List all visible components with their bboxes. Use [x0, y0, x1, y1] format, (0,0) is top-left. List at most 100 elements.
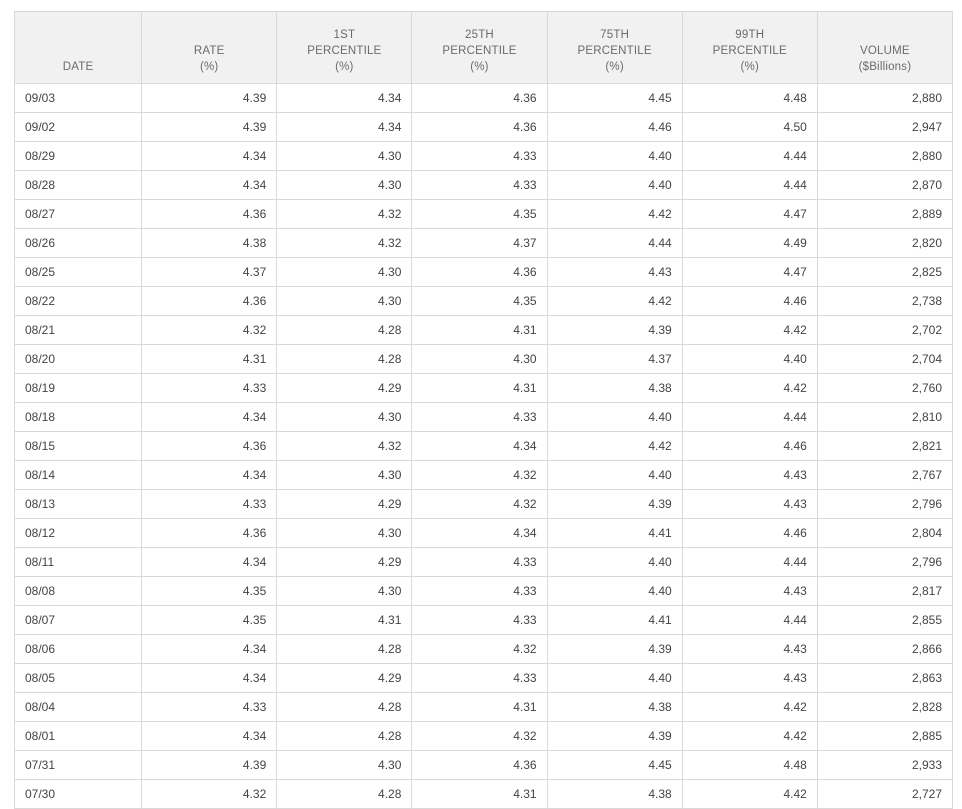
header-line: (%) — [740, 61, 759, 73]
cell-25th-percentile: 4.34 — [411, 431, 548, 461]
cell-volume: 2,702 — [816, 315, 954, 345]
table-row: 08/25 4.37 4.30 4.36 4.43 4.47 2,825 — [13, 257, 954, 287]
table-row: 08/27 4.36 4.32 4.35 4.42 4.47 2,889 — [13, 199, 954, 229]
header-line: 99TH — [735, 29, 765, 41]
table-row: 08/12 4.36 4.30 4.34 4.41 4.46 2,804 — [13, 518, 954, 548]
cell-volume: 2,828 — [816, 692, 954, 722]
cell-date: 08/05 — [13, 663, 143, 693]
cell-rate: 4.34 — [141, 663, 278, 693]
table-row: 08/07 4.35 4.31 4.33 4.41 4.44 2,855 — [13, 605, 954, 635]
cell-1st-percentile: 4.28 — [276, 779, 413, 809]
cell-99th-percentile: 4.46 — [681, 431, 818, 461]
cell-date: 08/22 — [13, 286, 143, 316]
cell-volume: 2,880 — [816, 141, 954, 171]
cell-99th-percentile: 4.43 — [681, 576, 818, 606]
cell-volume: 2,767 — [816, 460, 954, 490]
table-row: 08/01 4.34 4.28 4.32 4.39 4.42 2,885 — [13, 721, 954, 751]
cell-rate: 4.32 — [141, 315, 278, 345]
header-line: ($Billions) — [858, 61, 912, 73]
header-row: DATE RATE (%) 1ST PERCENTILE (%) 25TH PE… — [13, 11, 954, 84]
table-row: 08/21 4.32 4.28 4.31 4.39 4.42 2,702 — [13, 315, 954, 345]
cell-volume: 2,825 — [816, 257, 954, 287]
cell-rate: 4.36 — [141, 518, 278, 548]
table-row: 08/05 4.34 4.29 4.33 4.40 4.43 2,863 — [13, 663, 954, 693]
cell-99th-percentile: 4.46 — [681, 286, 818, 316]
cell-volume: 2,796 — [816, 547, 954, 577]
table-row: 08/14 4.34 4.30 4.32 4.40 4.43 2,767 — [13, 460, 954, 490]
header-line: PERCENTILE — [307, 45, 382, 57]
cell-25th-percentile: 4.32 — [411, 489, 548, 519]
cell-75th-percentile: 4.39 — [546, 721, 683, 751]
table-row: 08/04 4.33 4.28 4.31 4.38 4.42 2,828 — [13, 692, 954, 722]
cell-99th-percentile: 4.48 — [681, 750, 818, 780]
cell-99th-percentile: 4.48 — [681, 83, 818, 113]
column-header-75th-percentile: 75TH PERCENTILE (%) — [546, 11, 683, 84]
cell-25th-percentile: 4.36 — [411, 257, 548, 287]
header-line: 75TH — [600, 29, 630, 41]
cell-1st-percentile: 4.29 — [276, 489, 413, 519]
cell-1st-percentile: 4.28 — [276, 692, 413, 722]
cell-25th-percentile: 4.33 — [411, 576, 548, 606]
cell-1st-percentile: 4.30 — [276, 460, 413, 490]
cell-99th-percentile: 4.42 — [681, 373, 818, 403]
cell-25th-percentile: 4.30 — [411, 344, 548, 374]
cell-75th-percentile: 4.42 — [546, 286, 683, 316]
table-row: 08/26 4.38 4.32 4.37 4.44 4.49 2,820 — [13, 228, 954, 258]
cell-rate: 4.38 — [141, 228, 278, 258]
column-header-1st-percentile: 1ST PERCENTILE (%) — [276, 11, 413, 84]
cell-volume: 2,796 — [816, 489, 954, 519]
cell-75th-percentile: 4.42 — [546, 199, 683, 229]
cell-volume: 2,947 — [816, 112, 954, 142]
cell-1st-percentile: 4.28 — [276, 315, 413, 345]
cell-99th-percentile: 4.43 — [681, 489, 818, 519]
cell-date: 07/30 — [13, 779, 143, 809]
cell-99th-percentile: 4.42 — [681, 315, 818, 345]
header-line: (%) — [470, 61, 489, 73]
cell-99th-percentile: 4.43 — [681, 663, 818, 693]
cell-25th-percentile: 4.33 — [411, 663, 548, 693]
cell-99th-percentile: 4.50 — [681, 112, 818, 142]
cell-1st-percentile: 4.28 — [276, 344, 413, 374]
cell-rate: 4.35 — [141, 605, 278, 635]
cell-25th-percentile: 4.31 — [411, 692, 548, 722]
cell-volume: 2,817 — [816, 576, 954, 606]
cell-volume: 2,933 — [816, 750, 954, 780]
cell-rate: 4.33 — [141, 373, 278, 403]
cell-25th-percentile: 4.31 — [411, 373, 548, 403]
cell-75th-percentile: 4.41 — [546, 605, 683, 635]
cell-date: 08/25 — [13, 257, 143, 287]
cell-75th-percentile: 4.45 — [546, 83, 683, 113]
cell-date: 08/29 — [13, 141, 143, 171]
cell-25th-percentile: 4.32 — [411, 721, 548, 751]
cell-1st-percentile: 4.31 — [276, 605, 413, 635]
cell-rate: 4.39 — [141, 112, 278, 142]
column-header-volume: VOLUME ($Billions) — [816, 11, 954, 84]
cell-1st-percentile: 4.34 — [276, 112, 413, 142]
cell-1st-percentile: 4.30 — [276, 750, 413, 780]
header-line: (%) — [605, 61, 624, 73]
cell-rate: 4.34 — [141, 170, 278, 200]
cell-75th-percentile: 4.37 — [546, 344, 683, 374]
cell-date: 08/04 — [13, 692, 143, 722]
cell-99th-percentile: 4.44 — [681, 141, 818, 171]
header-line: (%) — [335, 61, 354, 73]
cell-1st-percentile: 4.32 — [276, 199, 413, 229]
cell-1st-percentile: 4.29 — [276, 547, 413, 577]
cell-75th-percentile: 4.41 — [546, 518, 683, 548]
table-row: 08/06 4.34 4.28 4.32 4.39 4.43 2,866 — [13, 634, 954, 664]
header-line: (%) — [199, 61, 219, 73]
cell-25th-percentile: 4.36 — [411, 750, 548, 780]
cell-25th-percentile: 4.32 — [411, 460, 548, 490]
table-row: 08/29 4.34 4.30 4.33 4.40 4.44 2,880 — [13, 141, 954, 171]
cell-date: 08/26 — [13, 228, 143, 258]
cell-volume: 2,880 — [816, 83, 954, 113]
cell-rate: 4.36 — [141, 199, 278, 229]
column-header-date: DATE — [13, 11, 143, 84]
cell-99th-percentile: 4.44 — [681, 170, 818, 200]
cell-volume: 2,810 — [816, 402, 954, 432]
cell-75th-percentile: 4.39 — [546, 634, 683, 664]
header-line: PERCENTILE — [577, 45, 652, 57]
cell-75th-percentile: 4.38 — [546, 373, 683, 403]
cell-date: 08/15 — [13, 431, 143, 461]
cell-75th-percentile: 4.40 — [546, 141, 683, 171]
